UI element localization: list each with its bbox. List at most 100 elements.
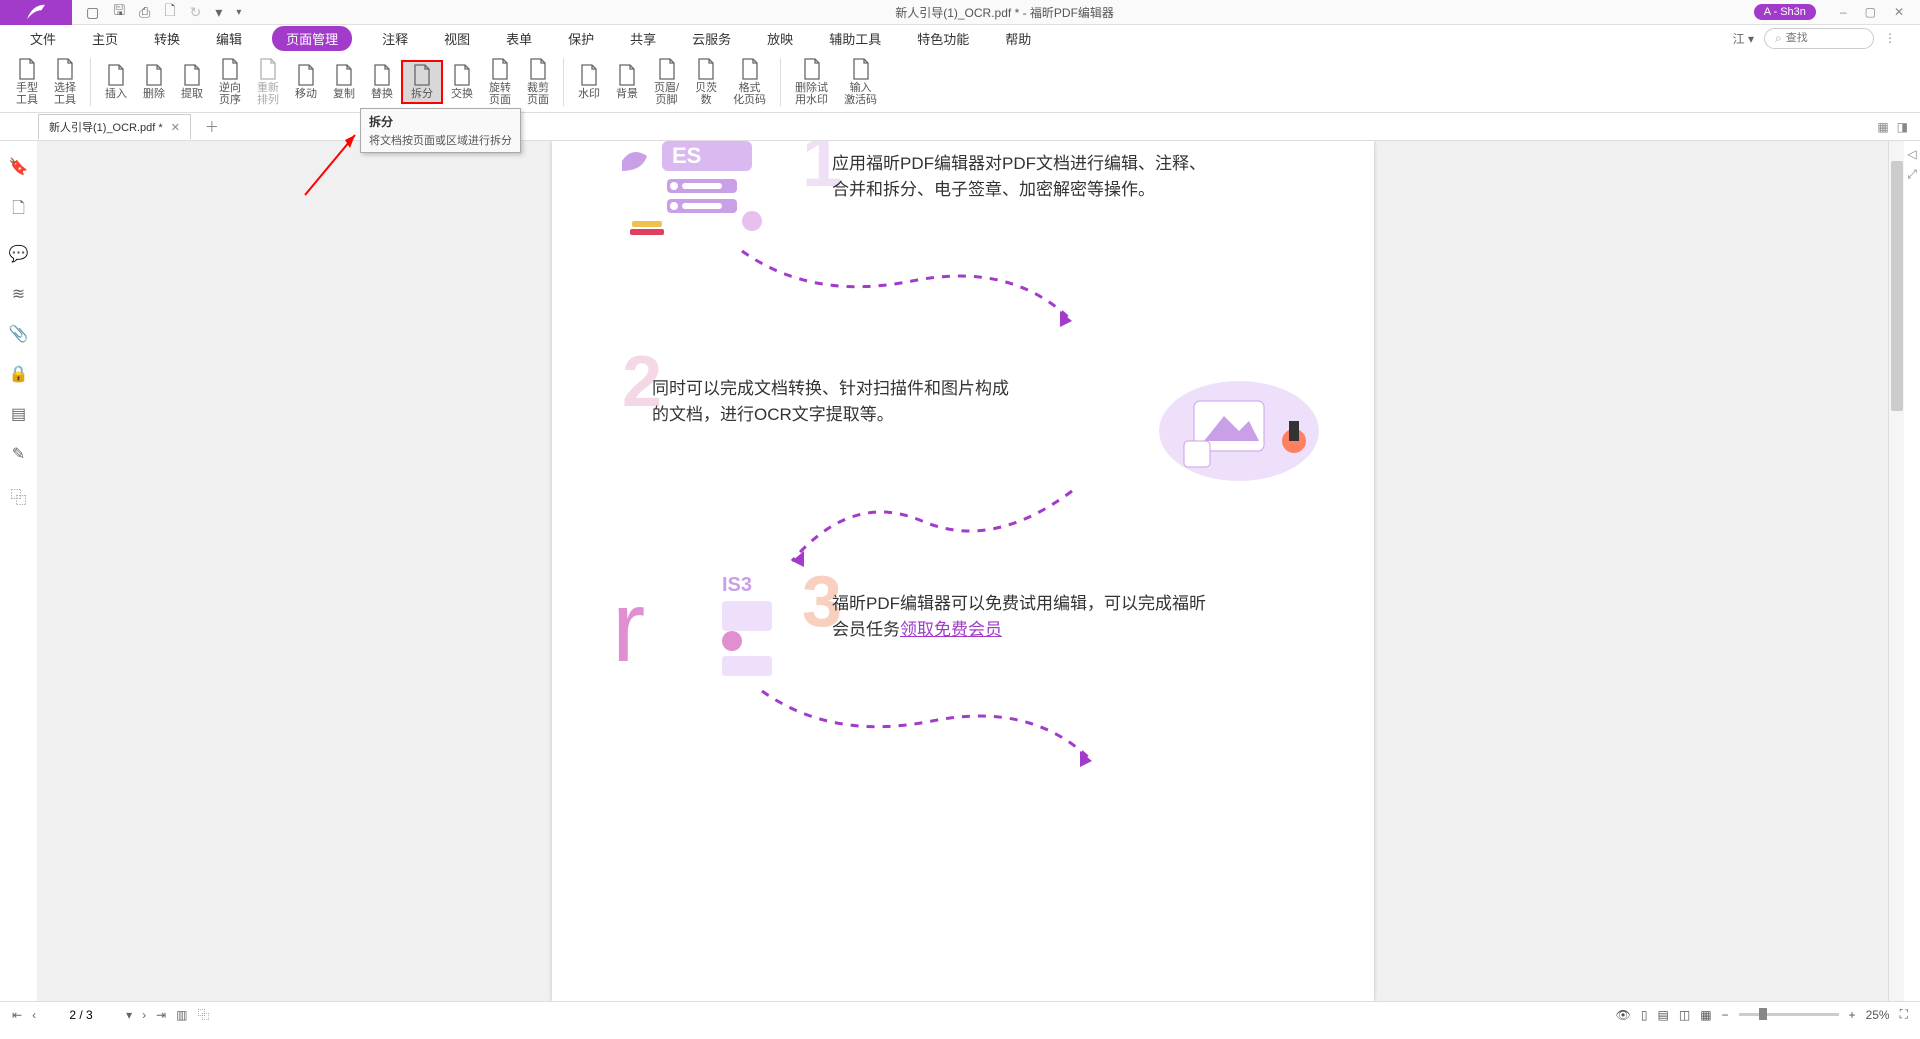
ribbon-extract[interactable]: 提取 — [173, 60, 211, 104]
maximize-button[interactable]: ▢ — [1865, 5, 1876, 19]
search-input[interactable] — [1786, 32, 1856, 44]
ribbon-insert[interactable]: 插入 — [97, 60, 135, 104]
ribbon-remove-trial-wm[interactable]: 删除试用水印 — [787, 54, 836, 110]
minimize-button[interactable]: – — [1840, 5, 1847, 19]
fields-icon[interactable]: ▤ — [11, 404, 26, 424]
ruler-icon[interactable]: ⤢ — [1907, 167, 1917, 182]
ribbon-watermark[interactable]: 水印 — [570, 60, 608, 104]
ribbon-enter-code[interactable]: 输入激活码 — [836, 54, 885, 110]
ribbon-delete[interactable]: 删除 — [135, 60, 173, 104]
menu-protect[interactable]: 保护 — [562, 27, 600, 50]
enter-code-label: 输入激活码 — [844, 82, 877, 106]
menu-view[interactable]: 视图 — [438, 27, 476, 50]
document-tab[interactable]: 新人引导(1)_OCR.pdf * ✕ — [38, 114, 191, 139]
single-page-icon[interactable]: ▯ — [1641, 1008, 1648, 1022]
last-page-button[interactable]: ⇥ — [156, 1008, 166, 1022]
svg-text:r: r — [612, 571, 645, 681]
collapse-right-icon[interactable]: ◁ — [1907, 147, 1916, 161]
menu-present[interactable]: 放映 — [761, 27, 799, 50]
search-box[interactable]: ⌕ — [1764, 28, 1874, 49]
next-page-button[interactable]: › — [142, 1008, 146, 1022]
two-page-icon[interactable]: ◫ — [1679, 1008, 1690, 1022]
menu-features[interactable]: 特色功能 — [911, 27, 975, 50]
select-tool-icon — [54, 58, 76, 80]
combine-icon[interactable]: ⿻ — [10, 484, 26, 508]
scroll-thumb[interactable] — [1891, 161, 1903, 411]
menu-accessibility[interactable]: 辅助工具 — [823, 27, 887, 50]
ribbon-swap[interactable]: 交换 — [443, 60, 481, 104]
more-icon[interactable]: ⋮ — [1884, 31, 1896, 45]
ribbon-duplicate[interactable]: 复制 — [325, 60, 363, 104]
page: ES 1 应用福昕PDF编辑器对PDF文档进行编辑、注释、合并和拆分、电子签章、… — [552, 141, 1374, 1001]
visibility-icon[interactable]: 👁 — [1616, 1008, 1631, 1022]
page-number-input[interactable] — [46, 1008, 116, 1022]
hand-tool-icon — [16, 58, 38, 80]
free-member-link[interactable]: 领取免费会员 — [900, 620, 1002, 639]
attachments-icon[interactable]: 📎 — [9, 324, 29, 344]
redo-icon[interactable]: ↻ — [190, 4, 202, 21]
page-layout-icon[interactable]: ⿻ — [198, 1006, 210, 1023]
dropdown-icon[interactable]: ▾ — [215, 4, 222, 21]
dashed-arrow-1 — [732, 241, 1092, 351]
menu-convert[interactable]: 转换 — [148, 27, 186, 50]
grid-view-icon[interactable]: ▦ — [1877, 120, 1888, 134]
ribbon-reverse[interactable]: 逆向页序 — [211, 54, 249, 110]
fullscreen-icon[interactable]: ⛶ — [1900, 1007, 1908, 1022]
ribbon-replace[interactable]: 替换 — [363, 60, 401, 104]
ribbon-bates[interactable]: 贝茨数 — [687, 54, 725, 110]
layers-icon[interactable]: ≋ — [12, 284, 25, 304]
rearrange-icon — [257, 58, 279, 80]
format-pagenum-label: 格式化页码 — [733, 82, 766, 106]
zoom-out-button[interactable]: − — [1722, 1008, 1729, 1022]
pages-icon[interactable]: 🗋 — [12, 197, 25, 224]
save-icon[interactable]: 🖫 — [113, 0, 125, 24]
zoom-value[interactable]: 25% — [1866, 1008, 1890, 1022]
menu-help[interactable]: 帮助 — [999, 27, 1037, 50]
bookmark-icon[interactable]: 🔖 — [9, 157, 29, 177]
menu-form[interactable]: 表单 — [500, 27, 538, 50]
close-button[interactable]: ✕ — [1894, 5, 1904, 19]
zoom-slider[interactable] — [1739, 1013, 1839, 1016]
document-viewport[interactable]: ES 1 应用福昕PDF编辑器对PDF文档进行编辑、注释、合并和拆分、电子签章、… — [38, 141, 1888, 1001]
open-icon[interactable]: ▢ — [86, 4, 99, 21]
ribbon-split[interactable]: 拆分 — [401, 60, 443, 104]
split-tooltip: 拆分 将文档按页面或区域进行拆分 — [360, 108, 521, 153]
two-continuous-icon[interactable]: ▦ — [1700, 1008, 1711, 1022]
ribbon-crop[interactable]: 裁剪页面 — [519, 54, 557, 110]
ribbon-rotate[interactable]: 旋转页面 — [481, 54, 519, 110]
blank-doc-icon[interactable]: 🗋 — [164, 0, 175, 24]
comments-icon[interactable]: 💬 — [9, 244, 29, 264]
qat-more-icon[interactable]: ▾ — [236, 7, 241, 18]
first-page-button[interactable]: ⇤ — [12, 1008, 22, 1022]
continuous-icon[interactable]: ▤ — [1658, 1008, 1669, 1022]
prev-page-button[interactable]: ‹ — [32, 1008, 36, 1022]
ribbon-rearrange[interactable]: 重新排列 — [249, 54, 287, 110]
zoom-in-button[interactable]: + — [1849, 1008, 1856, 1022]
menu-file[interactable]: 文件 — [24, 27, 62, 50]
text-settings-icon[interactable]: 江 ▾ — [1733, 30, 1754, 47]
ribbon-background[interactable]: 背景 — [608, 60, 646, 104]
vertical-scrollbar[interactable] — [1888, 141, 1904, 1001]
tab-close-icon[interactable]: ✕ — [171, 121, 180, 134]
user-badge[interactable]: A - Sh3n — [1754, 4, 1816, 20]
security-icon[interactable]: 🔒 — [9, 364, 29, 384]
menu-share[interactable]: 共享 — [624, 27, 662, 50]
add-tab-button[interactable]: ＋ — [205, 117, 219, 137]
page-dropdown[interactable]: ▾ — [126, 1008, 132, 1022]
menu-cloud[interactable]: 云服务 — [686, 27, 737, 50]
print-icon[interactable]: ⎙ — [139, 4, 150, 21]
menu-page-manage[interactable]: 页面管理 — [272, 26, 352, 51]
panel-view-icon[interactable]: ◨ — [1897, 120, 1908, 134]
menu-edit[interactable]: 编辑 — [210, 27, 248, 50]
ribbon-header-footer[interactable]: 页眉/页脚 — [646, 54, 687, 110]
signatures-icon[interactable]: ✎ — [12, 444, 25, 464]
zoom-handle[interactable] — [1759, 1008, 1767, 1020]
ribbon-hand-tool[interactable]: 手型工具 — [8, 54, 46, 110]
menu-home[interactable]: 主页 — [86, 27, 124, 50]
page-thumbnails-icon[interactable]: ▥ — [176, 1008, 187, 1022]
ribbon-select-tool[interactable]: 选择工具 — [46, 54, 84, 110]
menu-annotate[interactable]: 注释 — [376, 27, 414, 50]
insert-icon — [105, 64, 127, 86]
ribbon-format-pagenum[interactable]: 格式化页码 — [725, 54, 774, 110]
ribbon-move[interactable]: 移动 — [287, 60, 325, 104]
